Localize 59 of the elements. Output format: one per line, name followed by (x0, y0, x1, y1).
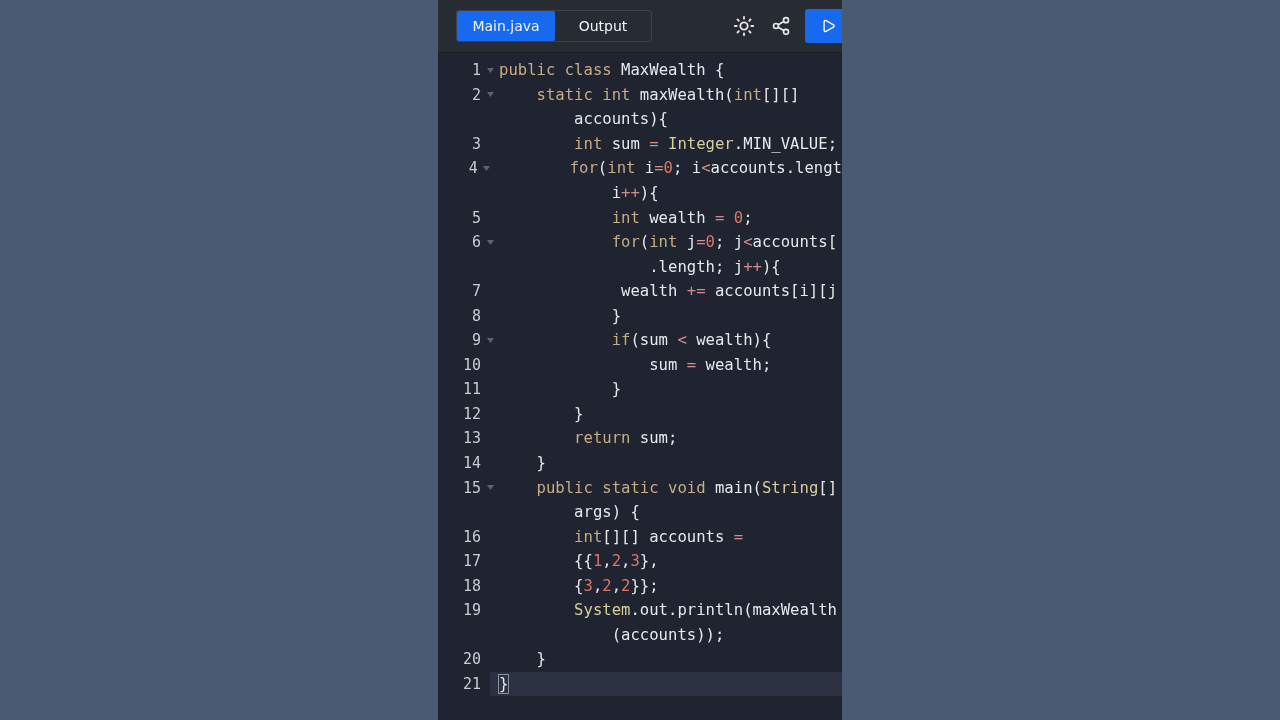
code-line: sum = wealth; (648, 355, 772, 374)
editor-tab[interactable]: Output (555, 11, 651, 41)
code-line: for(int j=0; j<accounts[ (610, 233, 838, 252)
code-line: System.out.println(maxWealth (573, 601, 837, 620)
fold-arrow-icon[interactable] (486, 67, 494, 73)
line-number: 11 (461, 380, 481, 399)
code-line: } (573, 404, 584, 423)
sun-icon[interactable] (733, 15, 755, 37)
line-number: 3 (470, 134, 481, 153)
line-number: 7 (470, 282, 481, 301)
share-icon[interactable] (771, 16, 791, 36)
code-line: public static void main(String[] (535, 478, 838, 497)
code-line: int[][] accounts = (573, 527, 744, 546)
fold-arrow-icon[interactable] (482, 165, 490, 171)
line-number: 20 (461, 650, 481, 669)
code-line: return sum; (573, 429, 678, 448)
line-number: 6 (470, 233, 481, 252)
line-number: 15 (461, 478, 481, 497)
line-number: 5 (470, 208, 481, 227)
line-number: 21 (461, 674, 481, 693)
code-line: for(int i=0; i<accounts.lengt (568, 159, 842, 178)
line-number: 14 (461, 454, 481, 472)
line-number: 13 (461, 429, 481, 448)
code-line: {3,2,2}}; (573, 576, 659, 595)
line-number: 16 (461, 527, 481, 546)
code-line: (accounts)); (610, 625, 725, 644)
code-line: public class MaxWealth { (499, 61, 725, 80)
code-line: .length; j++){ (648, 257, 781, 276)
line-number: 8 (470, 306, 481, 325)
code-line: } (535, 454, 546, 472)
run-button[interactable] (805, 9, 842, 43)
line-number: 18 (461, 576, 481, 595)
line-number: 9 (470, 331, 481, 350)
play-icon (821, 17, 836, 35)
code-line: {{1,2,3}, (573, 552, 659, 571)
line-number: 17 (461, 552, 481, 571)
code-line: accounts){ (573, 110, 668, 129)
line-number: 1 (470, 61, 481, 80)
line-number: 12 (461, 404, 481, 423)
code-line: args) { (573, 503, 640, 522)
line-number: 10 (461, 355, 481, 374)
code-line: static int maxWealth(int[][] (535, 85, 800, 104)
editor-tab[interactable]: Main.java (457, 11, 555, 41)
code-line: } (535, 650, 546, 669)
code-line: if(sum < wealth){ (610, 331, 772, 350)
code-line: } (610, 306, 622, 325)
line-number: 2 (470, 85, 481, 104)
fold-arrow-icon[interactable] (486, 485, 494, 491)
line-number: 4 (467, 159, 478, 178)
code-line: wealth += accounts[i][j (620, 282, 838, 301)
line-number: 19 (461, 601, 481, 620)
code-line: i++){ (610, 184, 659, 202)
fold-arrow-icon[interactable] (486, 92, 494, 98)
code-line: int sum = Integer.MIN_VALUE; (573, 134, 837, 153)
fold-arrow-icon[interactable] (486, 337, 494, 343)
code-line: int wealth = 0; (610, 208, 753, 227)
fold-arrow-icon[interactable] (486, 239, 494, 245)
code-line: } (610, 380, 622, 399)
code-line: } (499, 674, 509, 693)
